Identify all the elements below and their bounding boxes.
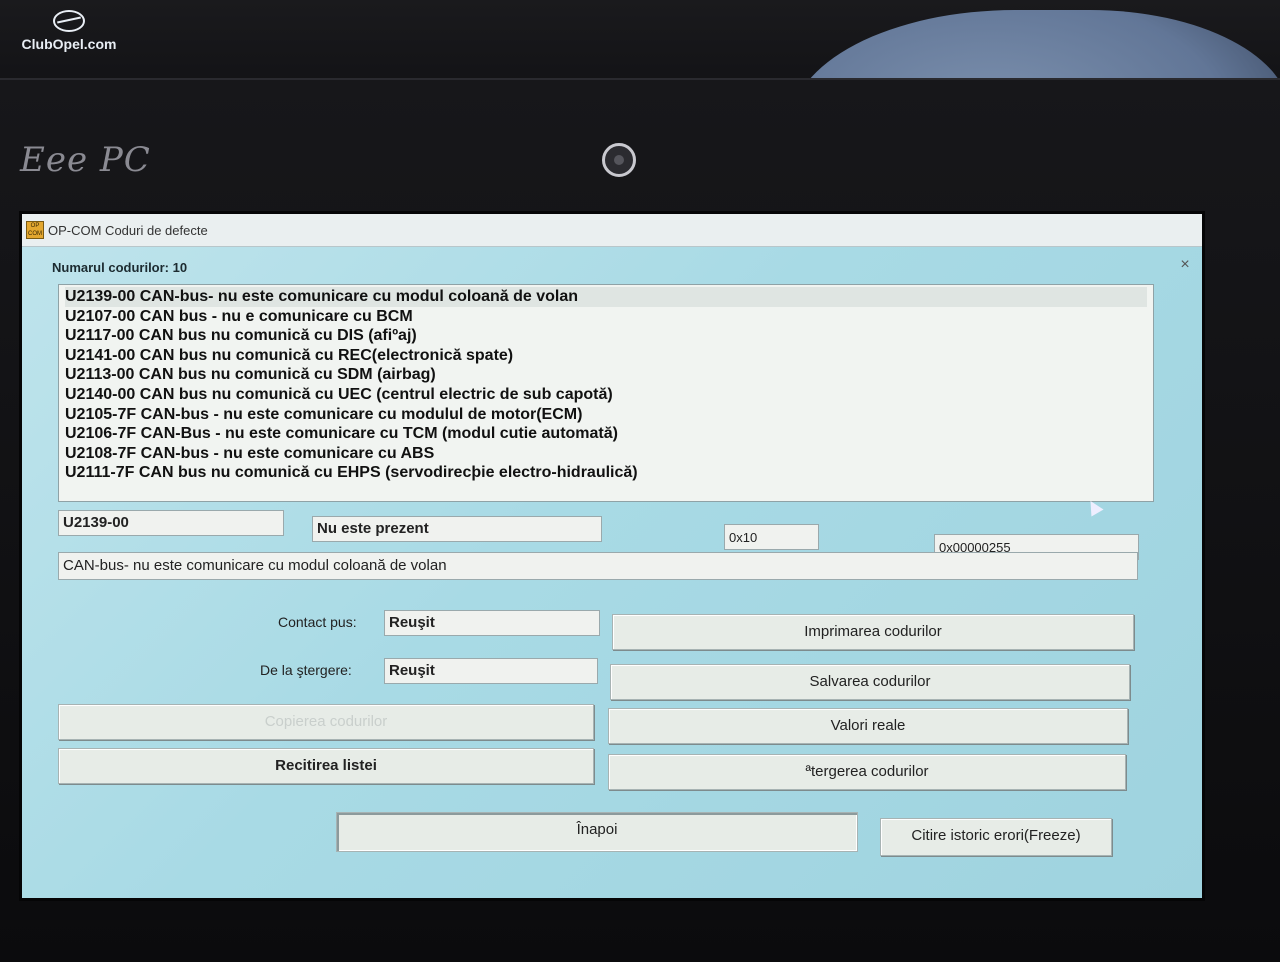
list-item[interactable]: U2105-7F CAN-bus - nu este comunicare cu… (65, 405, 1147, 425)
erase-label: De la ştergere: (260, 662, 352, 678)
list-item[interactable]: U2139-00 CAN-bus- nu este comunicare cu … (65, 287, 1147, 307)
close-icon[interactable]: × (1176, 256, 1194, 274)
back-button[interactable]: Înapoi (336, 812, 858, 852)
title-bar: OP COM OP-COM Coduri de defecte (22, 214, 1202, 247)
watermark-text: ClubOpel.com (21, 36, 117, 52)
watermark: ClubOpel.com (14, 10, 124, 52)
erase-status-field: Reuşit (384, 658, 598, 684)
list-item[interactable]: U2141-00 CAN bus nu comunică cu REC(elec… (65, 346, 1147, 366)
reread-list-button[interactable]: Recitirea listei (58, 748, 594, 784)
freeze-history-button[interactable]: Citire istoric erori(Freeze) (880, 818, 1112, 856)
code-status-field: Nu este prezent (312, 516, 602, 542)
opel-logo-icon (53, 10, 85, 32)
hex-value-field: 0x10 (724, 524, 819, 550)
list-item[interactable]: U2111-7F CAN bus nu comunică cu EHPS (se… (65, 463, 1147, 483)
erase-codes-button[interactable]: ªtergerea codurilor (608, 754, 1126, 790)
list-item[interactable]: U2140-00 CAN bus nu comunică cu UEC (cen… (65, 385, 1147, 405)
list-item[interactable]: U2106-7F CAN-Bus - nu este comunicare cu… (65, 424, 1147, 444)
code-description-field: CAN-bus- nu este comunicare cu modul col… (58, 552, 1138, 580)
window-title: OP-COM Coduri de defecte (48, 223, 208, 238)
print-codes-button[interactable]: Imprimarea codurilor (612, 614, 1134, 650)
list-item[interactable]: U2107-00 CAN bus - nu e comunicare cu BC… (65, 307, 1147, 327)
list-item[interactable]: U2108-7F CAN-bus - nu este comunicare cu… (65, 444, 1147, 464)
list-item[interactable]: U2113-00 CAN bus nu comunică cu SDM (air… (65, 365, 1147, 385)
contact-label: Contact pus: (278, 614, 357, 630)
selected-code-field: U2139-00 (58, 510, 284, 536)
code-count-label: Numarul codurilor: 10 (52, 260, 188, 275)
save-codes-button[interactable]: Salvarea codurilor (610, 664, 1130, 700)
application-window: OP COM OP-COM Coduri de defecte × Numaru… (22, 214, 1202, 898)
copy-codes-button[interactable]: Copierea codurilor (58, 704, 594, 740)
webcam-icon (602, 143, 636, 177)
real-values-button[interactable]: Valori reale (608, 708, 1128, 744)
contact-status-field: Reuşit (384, 610, 600, 636)
fault-codes-list[interactable]: U2139-00 CAN-bus- nu este comunicare cu … (58, 284, 1154, 502)
list-item[interactable]: U2117-00 CAN bus nu comunică cu DIS (afi… (65, 326, 1147, 346)
app-icon: OP COM (26, 221, 44, 239)
laptop-brand: Eee PC (20, 140, 151, 180)
